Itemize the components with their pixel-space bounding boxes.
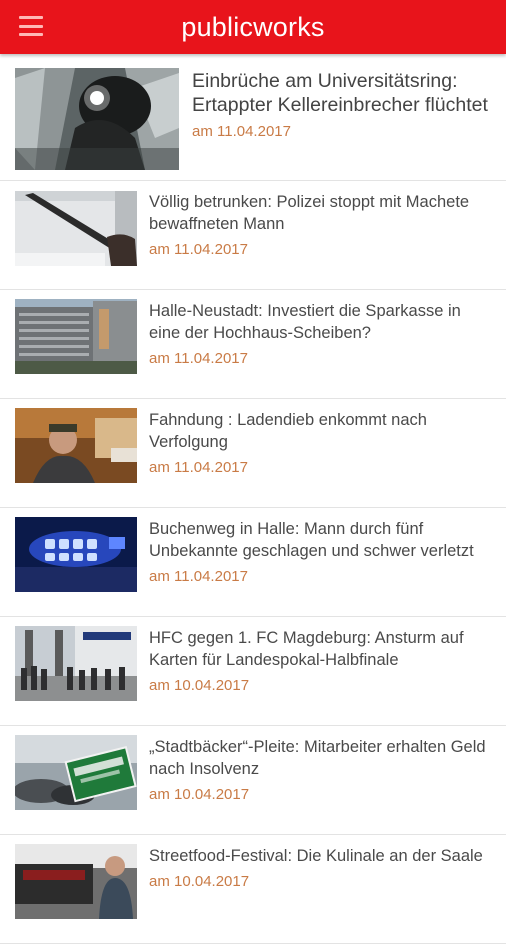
article-headline: Fahndung : Ladendieb enkommt nach Verfol… — [149, 411, 427, 451]
article-image — [15, 191, 137, 266]
article-item[interactable]: Einbrüche am Universitätsring: Ertappter… — [0, 54, 506, 181]
article-image — [15, 517, 137, 592]
article-headline: Völlig betrunken: Polizei stoppt mit Mac… — [149, 193, 470, 233]
article-text: HFC gegen 1. FC Magdeburg: Ansturm auf K… — [149, 627, 492, 694]
article-headline: Halle-Neustadt: Investiert die Sparkasse… — [149, 302, 461, 342]
article-headline: HFC gegen 1. FC Magdeburg: Ansturm auf K… — [149, 629, 464, 669]
article-image — [15, 844, 137, 919]
article-headline: Streetfood-Festival: Die Kulinale an der… — [149, 847, 483, 865]
article-text: Völlig betrunken: Polizei stoppt mit Mac… — [149, 191, 492, 258]
article-item[interactable]: HFC gegen 1. FC Magdeburg: Ansturm auf K… — [0, 617, 506, 726]
article-date: am 11.04.2017 — [149, 459, 248, 476]
article-item[interactable]: „Stadtbäcker“-Pleite: Mitarbeiter erhalt… — [0, 726, 506, 835]
article-image — [15, 626, 137, 701]
article-image — [15, 408, 137, 483]
article-headline: „Stadtbäcker“-Pleite: Mitarbeiter erhalt… — [149, 738, 486, 778]
article-item[interactable]: Fahndung : Ladendieb enkommt nach Verfol… — [0, 399, 506, 508]
article-date: am 11.04.2017 — [149, 568, 248, 585]
article-image — [15, 68, 179, 170]
article-date: am 11.04.2017 — [192, 123, 291, 140]
article-item[interactable]: Halle-Neustadt: Investiert die Sparkasse… — [0, 290, 506, 399]
article-item[interactable]: Buchenweg in Halle: Mann durch fünf Unbe… — [0, 508, 506, 617]
article-image — [15, 299, 137, 374]
article-text: „Stadtbäcker“-Pleite: Mitarbeiter erhalt… — [149, 736, 492, 803]
article-text: Streetfood-Festival: Die Kulinale an der… — [149, 845, 492, 890]
article-text: Einbrüche am Universitätsring: Ertappter… — [192, 69, 492, 140]
hamburger-menu-icon[interactable] — [19, 16, 43, 36]
app-bar: publicworks — [0, 0, 506, 54]
article-image — [15, 735, 137, 810]
article-feed: Einbrüche am Universitätsring: Ertappter… — [0, 54, 506, 944]
article-text: Halle-Neustadt: Investiert die Sparkasse… — [149, 300, 492, 367]
article-date: am 11.04.2017 — [149, 350, 248, 367]
article-headline: Buchenweg in Halle: Mann durch fünf Unbe… — [149, 520, 474, 560]
article-date: am 10.04.2017 — [149, 873, 250, 890]
article-date: am 10.04.2017 — [149, 786, 250, 803]
article-date: am 11.04.2017 — [149, 241, 248, 258]
article-item[interactable]: Völlig betrunken: Polizei stoppt mit Mac… — [0, 181, 506, 290]
article-text: Buchenweg in Halle: Mann durch fünf Unbe… — [149, 518, 492, 585]
article-headline: Einbrüche am Universitätsring: Ertappter… — [192, 70, 488, 116]
article-item[interactable]: Streetfood-Festival: Die Kulinale an der… — [0, 835, 506, 944]
article-text: Fahndung : Ladendieb enkommt nach Verfol… — [149, 409, 492, 476]
app-title: publicworks — [181, 11, 325, 42]
article-date: am 10.04.2017 — [149, 677, 250, 694]
